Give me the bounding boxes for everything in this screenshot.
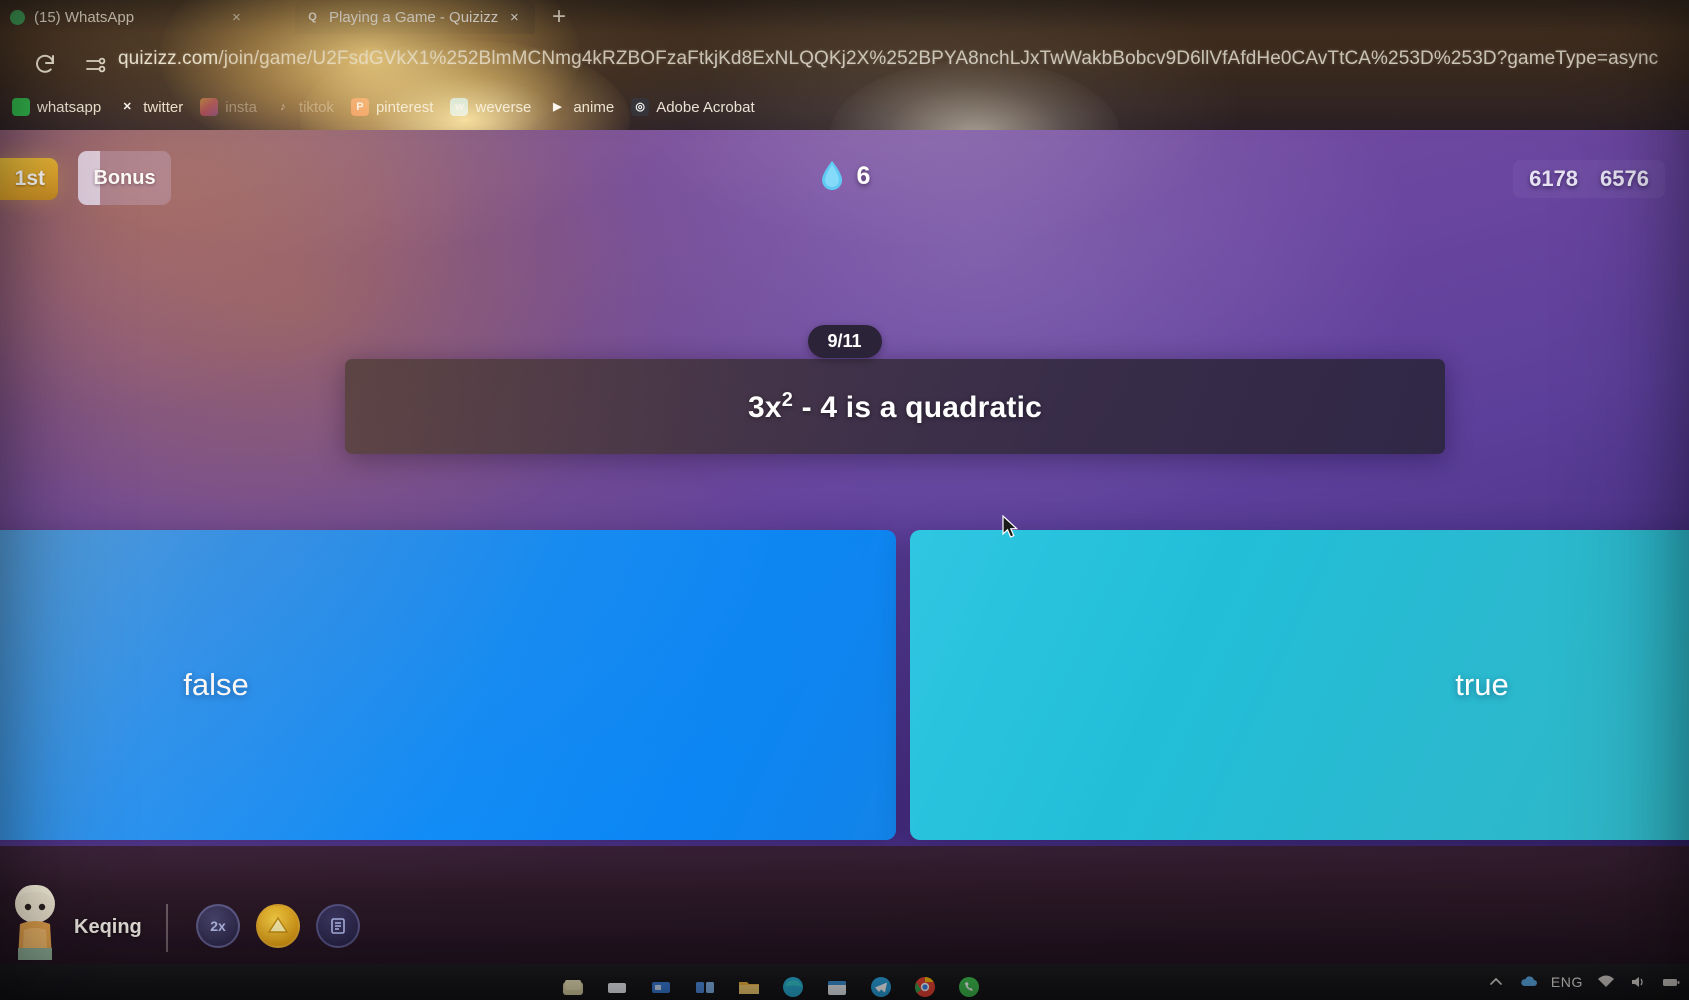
- bookmarks-bar: whatsapp ✕ twitter insta ♪ tiktok P pint…: [0, 92, 1689, 122]
- weverse-icon: w: [450, 98, 469, 116]
- volume-icon[interactable]: [1629, 974, 1647, 990]
- play-triangle-icon: ▶: [553, 101, 562, 113]
- bookmark-anime[interactable]: ▶ anime: [544, 98, 627, 116]
- whatsapp-favicon-icon: [10, 9, 25, 25]
- quizizz-favicon-icon: Q: [308, 10, 317, 23]
- whatsapp-icon: [12, 98, 30, 116]
- url-host: quizizz.com: [118, 48, 219, 69]
- question-prefix: 3x: [748, 390, 782, 424]
- wifi-icon[interactable]: [1597, 974, 1615, 990]
- score-display: 6178 6576: [1513, 160, 1665, 198]
- chrome-icon[interactable]: [912, 974, 938, 1000]
- telegram-icon[interactable]: [868, 974, 894, 1000]
- tiktok-icon: ♪: [280, 101, 286, 113]
- twitter-x-icon: ✕: [122, 101, 132, 113]
- bookmark-label: tiktok: [298, 98, 334, 116]
- answer-label: false: [183, 667, 249, 702]
- bookmark-label: whatsapp: [37, 98, 102, 116]
- blue-powerup[interactable]: [316, 904, 360, 948]
- search-icon[interactable]: [604, 974, 630, 1000]
- windows-taskbar: ENG: [0, 964, 1689, 1000]
- bonus-badge-label: Bonus: [93, 166, 156, 189]
- question-card: 3x2 - 4 is a quadratic: [345, 359, 1445, 454]
- player-name: Keqing: [74, 916, 142, 938]
- onedrive-icon[interactable]: [1519, 974, 1537, 990]
- question-counter-badge: 9/11: [807, 325, 882, 358]
- bookmark-twitter[interactable]: ✕ twitter: [114, 98, 196, 116]
- address-bar[interactable]: quizizz.com/join/game/U2FsdGVkX1%252BlmM…: [118, 48, 1658, 70]
- tab-title: (15) WhatsApp: [34, 8, 135, 26]
- browser-tab-whatsapp[interactable]: (15) WhatsApp ×: [0, 0, 260, 34]
- tab-close-icon[interactable]: ×: [232, 9, 241, 26]
- bookmark-label: twitter: [143, 98, 184, 116]
- bookmark-pinterest[interactable]: P pinterest: [347, 98, 447, 116]
- language-indicator[interactable]: ENG: [1551, 974, 1583, 990]
- reload-icon[interactable]: [33, 52, 57, 76]
- edge-icon[interactable]: [780, 974, 806, 1000]
- gold-powerup[interactable]: [256, 904, 300, 948]
- answer-options: false true: [0, 530, 1689, 840]
- taskbar-app-icons: [560, 968, 982, 1000]
- browser-chrome: (15) WhatsApp × Q Playing a Game - Quizi…: [0, 0, 1689, 130]
- task-view-icon[interactable]: [648, 974, 674, 1000]
- instagram-icon: [200, 98, 219, 116]
- bookmark-label: Adobe Acrobat: [656, 98, 755, 116]
- question-text: 3x2 - 4 is a quadratic: [748, 389, 1042, 425]
- adobe-acrobat-icon: ◎: [631, 98, 650, 116]
- pinterest-icon: P: [350, 98, 369, 116]
- quizizz-game-area: 1st Bonus 6 6178 6576 9/11 3x2 - 4 is a …: [0, 130, 1689, 1000]
- streak-count: 6: [856, 161, 871, 190]
- tab-title: Playing a Game - Quizizz: [329, 8, 499, 26]
- bookmark-insta[interactable]: insta: [196, 98, 270, 116]
- score-value-2: 6576: [1600, 166, 1649, 191]
- url-path: /join/game/U2FsdGVkX1%252BlmMCNmg4kRZBOF…: [218, 48, 1659, 69]
- omnibox-row: quizizz.com/join/game/U2FsdGVkX1%252BlmM…: [0, 42, 1689, 86]
- game-hud: 1st Bonus 6 6178 6576: [0, 130, 1689, 222]
- bookmark-label: pinterest: [375, 98, 434, 116]
- streak-counter: 6: [819, 160, 871, 192]
- bonus-badge: Bonus: [78, 151, 171, 205]
- answer-label: true: [1455, 667, 1509, 702]
- device-screen: (15) WhatsApp × Q Playing a Game - Quizi…: [0, 0, 1689, 1000]
- water-drop-icon: [819, 160, 845, 192]
- widgets-icon[interactable]: [692, 974, 718, 1000]
- bookmark-label: insta: [225, 98, 257, 116]
- question-exponent: 2: [781, 388, 794, 411]
- double-points-powerup[interactable]: 2x: [196, 904, 240, 948]
- bookmark-label: anime: [573, 98, 615, 116]
- start-icon[interactable]: [560, 974, 586, 1000]
- answer-option-true[interactable]: true: [910, 530, 1689, 840]
- avatar[interactable]: [6, 882, 64, 962]
- powerup-tray: 2x: [196, 904, 360, 948]
- system-tray: ENG: [1487, 964, 1680, 1000]
- store-icon[interactable]: [824, 974, 850, 1000]
- answer-option-false[interactable]: false: [0, 530, 896, 840]
- site-settings-icon[interactable]: [85, 56, 107, 74]
- score-value-1: 6178: [1529, 166, 1579, 191]
- browser-tab-quizizz[interactable]: Q Playing a Game - Quizizz ×: [295, 0, 535, 34]
- bookmark-adobe-acrobat[interactable]: ◎ Adobe Acrobat: [627, 98, 767, 116]
- new-tab-button[interactable]: +: [552, 2, 566, 32]
- bookmark-weverse[interactable]: w weverse: [446, 98, 544, 116]
- tab-strip: (15) WhatsApp × Q Playing a Game - Quizi…: [0, 0, 1689, 34]
- divider: [166, 904, 168, 952]
- question-suffix: - 4 is a quadratic: [793, 390, 1042, 424]
- bookmark-label: weverse: [475, 98, 532, 116]
- tab-close-icon[interactable]: ×: [510, 9, 519, 26]
- file-explorer-icon[interactable]: [736, 974, 762, 1000]
- battery-icon[interactable]: [1661, 974, 1680, 990]
- whatsapp-icon[interactable]: [956, 974, 982, 1000]
- show-hidden-icons-icon[interactable]: [1487, 974, 1505, 990]
- bookmark-tiktok[interactable]: ♪ tiktok: [270, 98, 347, 116]
- rank-badge: 1st: [0, 158, 58, 200]
- bookmark-whatsapp[interactable]: whatsapp: [8, 98, 114, 116]
